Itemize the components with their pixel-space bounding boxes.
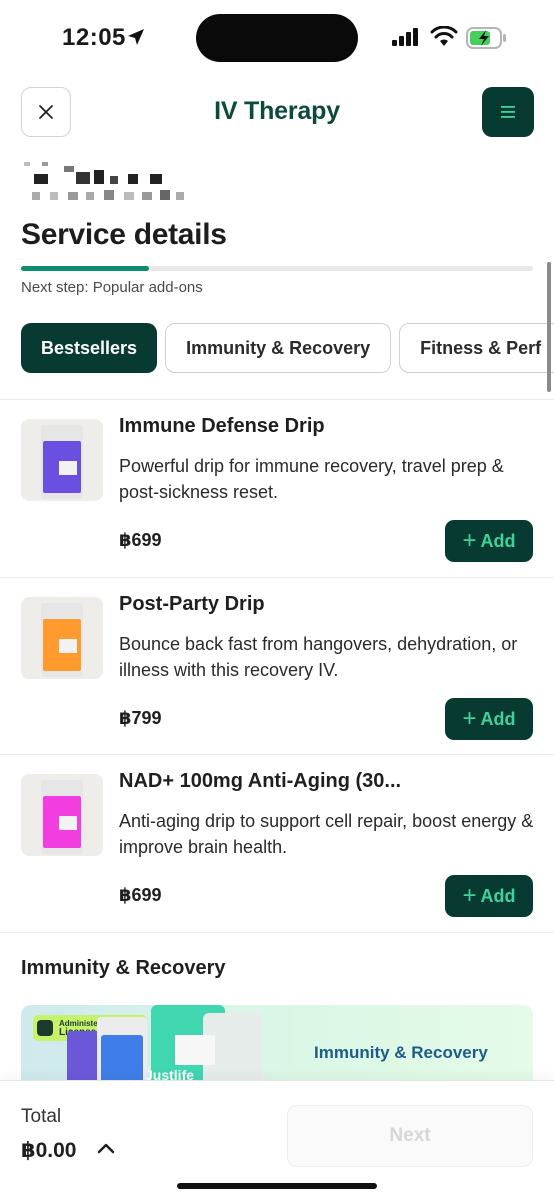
add-button[interactable]: + Add [445,698,533,740]
next-step-text: Next step: Popular add-ons [21,279,203,296]
plus-icon: + [462,527,477,554]
progress-bar-fill [21,266,149,271]
progress-bar [21,266,533,271]
battery-charging-icon [466,27,506,49]
tab-immunity-recovery[interactable]: Immunity & Recovery [165,323,392,373]
product-card: Post-Party Drip Bounce back fast from ha… [0,577,554,753]
product-price: ฿699 [119,530,162,550]
plus-icon: + [462,705,477,732]
add-button[interactable]: + Add [445,875,533,917]
product-description: Bounce back fast from hangovers, dehydra… [119,634,518,680]
wifi-icon [430,26,458,46]
next-button[interactable]: Next [287,1105,533,1167]
banner-title: Immunity & Recovery [314,1043,488,1062]
total-value: ฿0.00 [21,1139,77,1162]
page-header-title: IV Therapy [214,97,340,125]
product-price: ฿699 [119,885,162,905]
category-heading: Immunity & Recovery [21,957,226,979]
add-button[interactable]: + Add [445,520,533,562]
product-description: Anti-aging drip to support cell repair, … [119,811,534,857]
plus-icon: + [462,882,477,909]
product-title: Post-Party Drip [119,593,265,615]
product-image [21,774,103,856]
cellular-signal-icon [392,28,418,46]
tab-fitness-performance[interactable]: Fitness & Perf [399,323,554,373]
chevron-up-icon[interactable] [96,1139,116,1159]
menu-icon [501,106,515,118]
product-description: Powerful drip for immune recovery, trave… [119,456,504,502]
product-card: Immune Defense Drip Powerful drip for im… [0,399,554,575]
product-price: ฿799 [119,708,162,728]
scrollbar[interactable] [547,262,551,392]
nurse-badge-icon [37,1020,53,1036]
home-indicator [177,1183,377,1189]
divider [0,932,554,933]
product-image [21,597,103,679]
product-title: NAD+ 100mg Anti-Aging (30... [119,770,402,792]
product-card: NAD+ 100mg Anti-Aging (30... Anti-aging … [0,754,554,930]
location-arrow-icon [128,29,144,45]
dynamic-island [196,14,358,62]
status-bar: 12:05 [0,0,554,76]
total-label: Total [21,1106,62,1127]
category-tabs: Bestsellers Immunity & Recovery Fitness & … [21,323,554,373]
menu-button[interactable] [482,87,534,137]
product-image [21,419,103,501]
section-title: Service details [21,218,227,251]
product-title: Immune Defense Drip [119,415,325,437]
tab-bestsellers[interactable]: Bestsellers [21,323,158,373]
status-time: 12:05 [62,24,126,51]
redacted-address [24,162,184,200]
